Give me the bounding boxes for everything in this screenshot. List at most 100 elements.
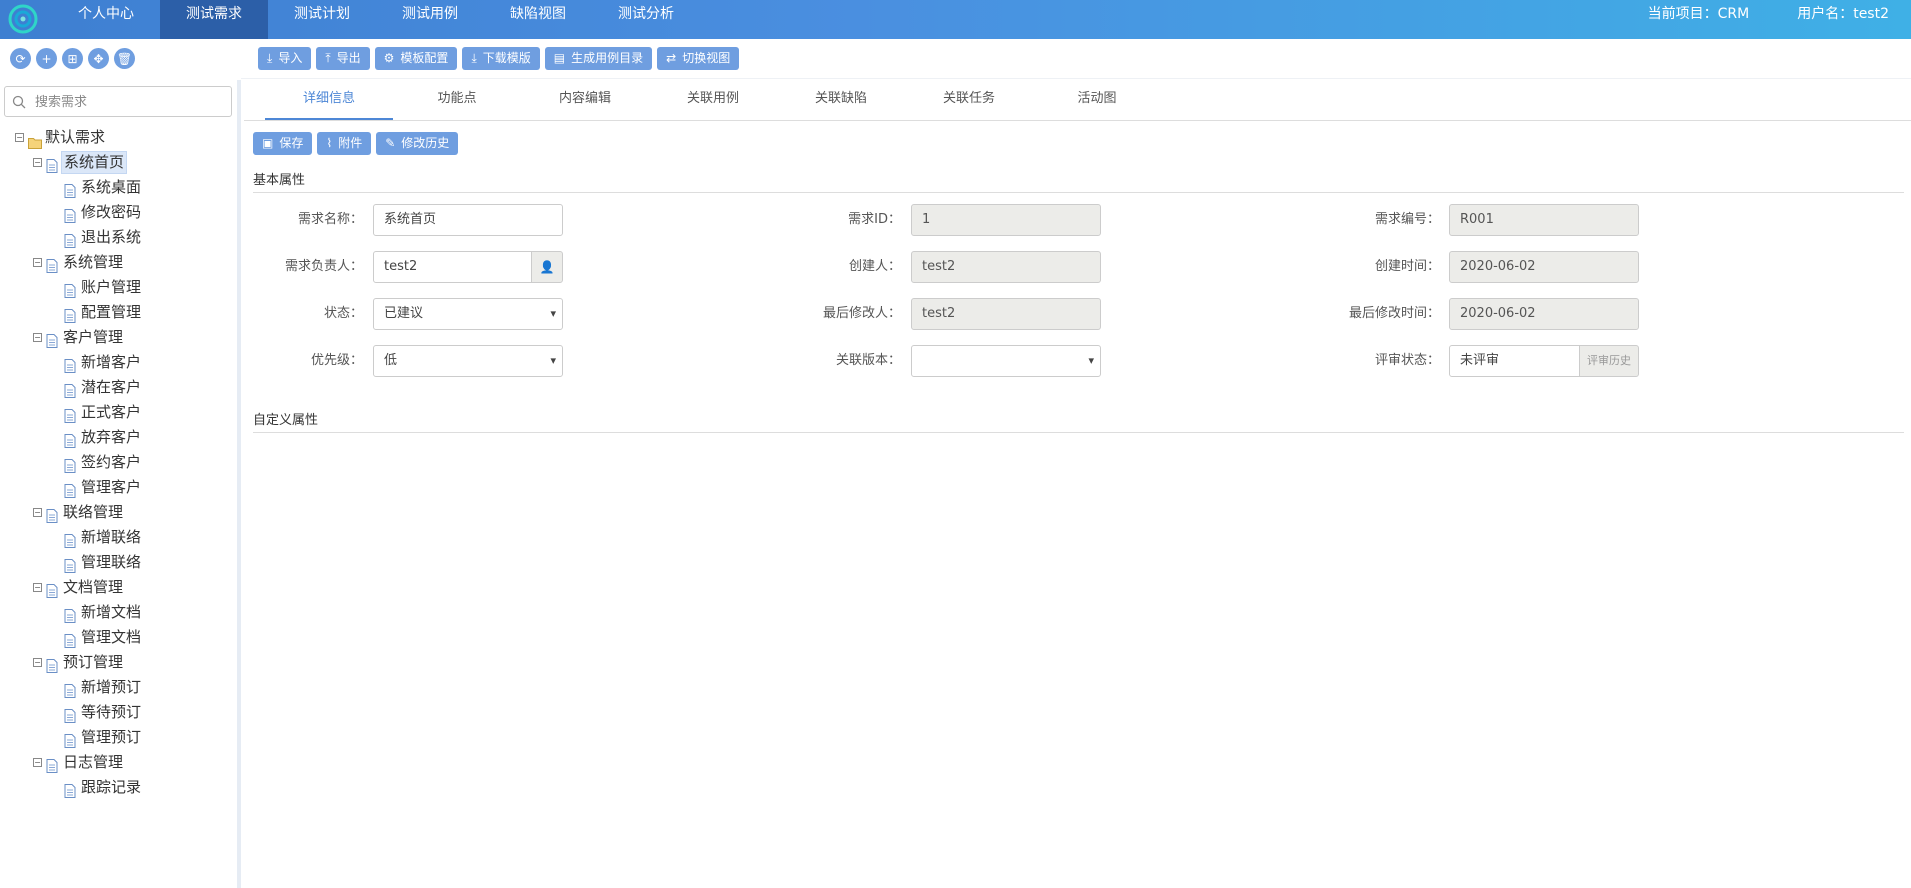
nav-item[interactable]: 测试用例 <box>376 0 484 39</box>
tab-item[interactable]: 关联用例 <box>649 80 777 120</box>
move-icon[interactable]: ✥ <box>88 48 109 69</box>
nav-item[interactable]: 个人中心 <box>52 0 160 39</box>
save-button[interactable]: ▣ 保存 <box>253 132 313 155</box>
collapse-toggle-icon[interactable]: − <box>33 333 42 342</box>
tree-node[interactable]: − 系统管理 <box>0 250 236 275</box>
top-nav-bar: 个人中心 测试需求 测试计划 测试用例 缺陷视图 测试分析 当前项目：CRM 用户名：te… <box>0 0 1911 39</box>
tab-item[interactable]: 详细信息 <box>265 80 393 120</box>
document-icon <box>46 331 58 348</box>
priority-select[interactable]: 低 <box>373 345 563 377</box>
delete-icon[interactable]: 🗑 <box>114 48 135 69</box>
collapse-toggle-icon[interactable]: − <box>33 158 42 167</box>
document-icon <box>64 281 76 298</box>
tab-item[interactable]: 关联任务 <box>905 80 1033 120</box>
document-icon <box>64 681 76 698</box>
custom-section-title: 自定义属性 <box>253 413 319 428</box>
tree-node[interactable]: 管理联络 <box>0 550 236 575</box>
tree-node[interactable]: 跟踪记录 <box>0 775 236 800</box>
review-history-button[interactable]: 评审历史 <box>1579 345 1639 377</box>
tree-node[interactable]: 管理预订 <box>0 725 236 750</box>
tree-node-label: 新增联络 <box>81 528 142 546</box>
tree-node[interactable]: − 客户管理 <box>0 325 236 350</box>
version-select[interactable] <box>911 345 1101 377</box>
collapse-toggle-icon[interactable]: − <box>15 133 24 142</box>
status-label: 状态： <box>323 306 363 321</box>
document-icon <box>64 781 76 798</box>
owner-input[interactable]: test2 <box>373 251 532 283</box>
document-icon <box>64 606 76 623</box>
tree-node[interactable]: 新增预订 <box>0 675 236 700</box>
tab-item[interactable]: 功能点 <box>393 80 521 120</box>
tree-node[interactable]: − 默认需求 <box>0 125 236 150</box>
attachment-button[interactable]: ⌇ 附件 <box>317 132 372 155</box>
tree-node[interactable]: 配置管理 <box>0 300 236 325</box>
tree-node[interactable]: 系统桌面 <box>0 175 236 200</box>
tree-node-label: 新增文档 <box>81 603 142 621</box>
tree-node[interactable]: − 联络管理 <box>0 500 236 525</box>
tree-node[interactable]: 签约客户 <box>0 450 236 475</box>
template-config-button[interactable]: ⚙ 模板配置 <box>374 47 458 70</box>
main-toolbar: ⤓ 导入 ⤒ 导出 ⚙ 模板配置 ⤓ 下载模版 ▤ 生成用例目录 ⇄ 切换视图 <box>258 47 740 70</box>
nav-item[interactable]: 测试需求 <box>160 0 268 39</box>
tree-node[interactable]: 新增联络 <box>0 525 236 550</box>
detail-tabs: 详细信息 功能点 内容编辑 关联用例 关联缺陷 关联任务 活动图 <box>265 80 1161 120</box>
nav-item[interactable]: 缺陷视图 <box>484 0 592 39</box>
tab-item[interactable]: 内容编辑 <box>521 80 649 120</box>
app-logo-icon <box>8 4 38 34</box>
tree-node[interactable]: 修改密码 <box>0 200 236 225</box>
tree-node[interactable]: 账户管理 <box>0 275 236 300</box>
toolbar-divider <box>241 78 1911 79</box>
export-button[interactable]: ⤒ 导出 <box>316 47 370 70</box>
tree-node[interactable]: 潜在客户 <box>0 375 236 400</box>
tree-node[interactable]: − 系统首页 <box>0 150 236 175</box>
tree-node-label: 退出系统 <box>81 228 142 246</box>
tree-node-label: 新增预订 <box>81 678 142 696</box>
grid-icon[interactable]: ⊞ <box>62 48 83 69</box>
collapse-toggle-icon[interactable]: − <box>33 758 42 767</box>
nav-item[interactable]: 测试分析 <box>592 0 700 39</box>
owner-label: 需求负责人： <box>284 259 363 274</box>
requirement-tree: − 默认需求 − 系统首页 系统桌面 修改密码退出系统 − 系统管理 账户管理 配置管理 − 客户管理… <box>0 125 236 800</box>
requirement-code-field: R001 <box>1449 204 1639 236</box>
tree-node[interactable]: − 日志管理 <box>0 750 236 775</box>
document-icon <box>64 181 76 198</box>
document-icon <box>46 756 58 773</box>
tree-node[interactable]: 正式客户 <box>0 400 236 425</box>
select-user-button[interactable]: 👤 <box>531 251 563 283</box>
tree-node[interactable]: 放弃客户 <box>0 425 236 450</box>
collapse-toggle-icon[interactable]: − <box>33 508 42 517</box>
custom-section-divider <box>253 432 1904 433</box>
tree-node[interactable]: 管理文档 <box>0 625 236 650</box>
edit-icon: ✎ <box>385 136 396 150</box>
document-icon <box>64 631 76 648</box>
document-icon <box>46 506 58 523</box>
search-input[interactable] <box>33 91 227 114</box>
tree-node[interactable]: 新增文档 <box>0 600 236 625</box>
requirement-name-input[interactable]: 系统首页 <box>373 204 563 236</box>
import-button[interactable]: ⤓ 导入 <box>258 47 312 70</box>
tree-node[interactable]: 等待预订 <box>0 700 236 725</box>
collapse-toggle-icon[interactable]: − <box>33 583 42 592</box>
edit-history-button[interactable]: ✎ 修改历史 <box>376 132 459 155</box>
nav-item[interactable]: 测试计划 <box>268 0 376 39</box>
panel-splitter[interactable] <box>237 80 241 888</box>
status-select[interactable]: 已建议 <box>373 298 563 330</box>
tree-node[interactable]: 管理客户 <box>0 475 236 500</box>
refresh-icon[interactable]: ⟳ <box>10 48 31 69</box>
download-template-button[interactable]: ⤓ 下载模版 <box>462 47 540 70</box>
tree-node[interactable]: − 预订管理 <box>0 650 236 675</box>
requirement-id-label: 需求ID： <box>848 212 901 227</box>
main-nav: 个人中心 测试需求 测试计划 测试用例 缺陷视图 测试分析 <box>52 0 700 39</box>
tree-node[interactable]: 新增客户 <box>0 350 236 375</box>
tab-item[interactable]: 活动图 <box>1033 80 1161 120</box>
document-icon <box>46 656 58 673</box>
switch-view-button[interactable]: ⇄ 切换视图 <box>657 47 740 70</box>
tree-node[interactable]: 退出系统 <box>0 225 236 250</box>
collapse-toggle-icon[interactable]: − <box>33 258 42 267</box>
tree-node-label: 管理预订 <box>81 728 142 746</box>
tab-item[interactable]: 关联缺陷 <box>777 80 905 120</box>
tree-node[interactable]: − 文档管理 <box>0 575 236 600</box>
add-icon[interactable]: + <box>36 48 57 69</box>
generate-case-dir-button[interactable]: ▤ 生成用例目录 <box>544 47 653 70</box>
collapse-toggle-icon[interactable]: − <box>33 658 42 667</box>
